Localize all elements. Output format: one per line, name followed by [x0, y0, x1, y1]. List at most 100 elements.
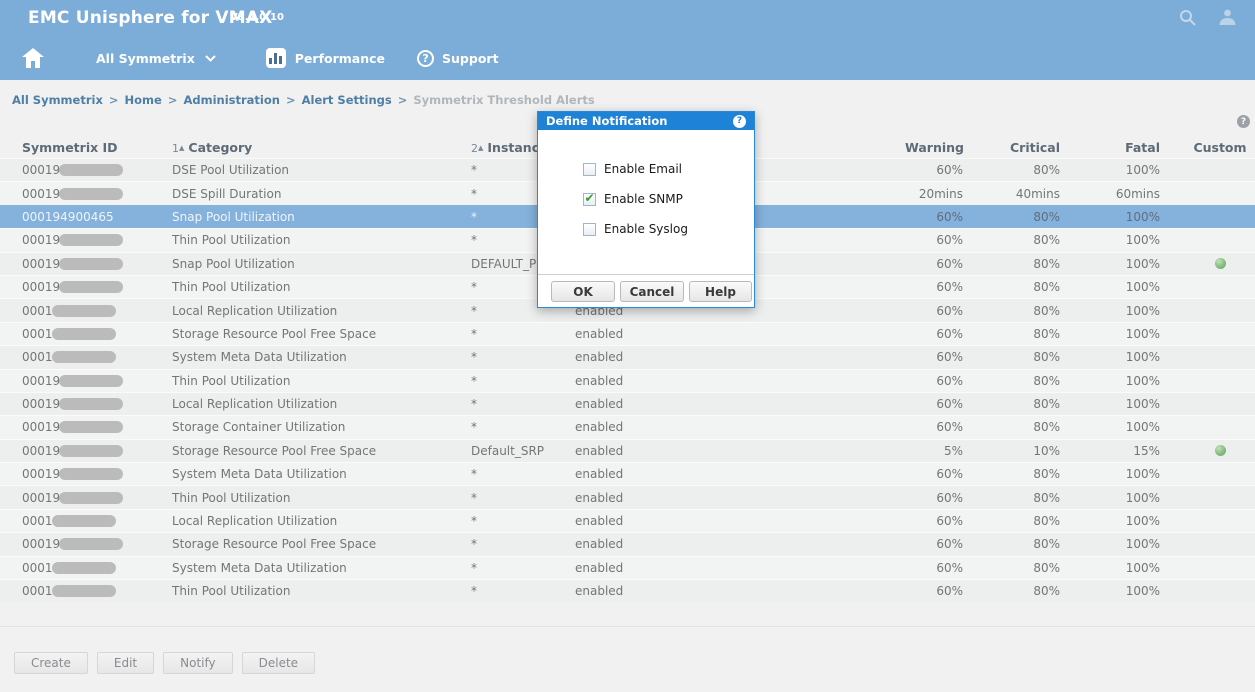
- nav-support[interactable]: ? Support: [417, 50, 499, 67]
- cell-warning: 60%: [905, 467, 963, 481]
- ok-button[interactable]: OK: [551, 281, 615, 302]
- breadcrumb-home[interactable]: Home: [125, 93, 162, 107]
- cell-fatal: 15%: [1060, 444, 1160, 458]
- cell-warning: 60%: [905, 491, 963, 505]
- table-row[interactable]: 00019Storage Container Utilization*enabl…: [0, 415, 1255, 438]
- table-row[interactable]: 00019Thin Pool Utilization*enabled60%80%…: [0, 485, 1255, 508]
- checkbox-enable-snmp[interactable]: ✔ Enable SNMP: [583, 192, 683, 206]
- redaction-blob: [59, 375, 123, 387]
- table-row[interactable]: 0001System Meta Data Utilization*enabled…: [0, 345, 1255, 368]
- cell-custom: [1160, 445, 1250, 456]
- checkbox-enable-syslog[interactable]: ✔ Enable Syslog: [583, 222, 688, 236]
- breadcrumb-separator: >: [392, 93, 414, 107]
- cell-warning: 60%: [905, 514, 963, 528]
- cell-warning: 5%: [905, 444, 963, 458]
- cell-state: enabled: [575, 350, 905, 364]
- checkbox-label: Enable Email: [604, 162, 682, 176]
- breadcrumb-administration[interactable]: Administration: [183, 93, 280, 107]
- home-icon[interactable]: [22, 48, 44, 68]
- cancel-button[interactable]: Cancel: [620, 281, 684, 302]
- table-row[interactable]: 0001Thin Pool Utilization*enabled60%80%1…: [0, 579, 1255, 602]
- dialog-title-bar: Define Notification ?: [538, 112, 754, 130]
- cell-instance: *: [471, 327, 575, 341]
- cell-symmetrix-id: 0001: [22, 327, 172, 341]
- cell-instance: *: [471, 374, 575, 388]
- help-button[interactable]: Help: [689, 281, 752, 302]
- table-row[interactable]: 0001System Meta Data Utilization*enabled…: [0, 556, 1255, 579]
- cell-critical: 80%: [963, 210, 1060, 224]
- create-button[interactable]: Create: [14, 652, 88, 674]
- cell-symmetrix-id: 00019: [22, 467, 172, 481]
- checkbox-label: Enable SNMP: [604, 192, 683, 206]
- breadcrumb-separator: >: [103, 93, 125, 107]
- cell-fatal: 100%: [1060, 327, 1160, 341]
- cell-fatal: 100%: [1060, 491, 1160, 505]
- delete-button[interactable]: Delete: [242, 652, 315, 674]
- cell-symmetrix-id: 00019: [22, 397, 172, 411]
- checkbox-box[interactable]: ✔: [583, 193, 596, 206]
- cell-symmetrix-id: 00019: [22, 420, 172, 434]
- redaction-blob: [52, 515, 116, 527]
- notify-button[interactable]: Notify: [163, 652, 232, 674]
- table-row[interactable]: 00019Storage Resource Pool Free Space*en…: [0, 532, 1255, 555]
- dialog-footer: OK Cancel Help: [538, 274, 754, 307]
- cell-symmetrix-id: 00019: [22, 491, 172, 505]
- table-row[interactable]: 00019Local Replication Utilization*enabl…: [0, 392, 1255, 415]
- edit-button[interactable]: Edit: [97, 652, 154, 674]
- cell-fatal: 100%: [1060, 584, 1160, 598]
- cell-category: Snap Pool Utilization: [172, 257, 471, 271]
- nav-performance[interactable]: Performance: [266, 48, 385, 68]
- app-version: V8.4.0.10: [230, 12, 284, 23]
- redaction-blob: [59, 281, 123, 293]
- header-custom[interactable]: Custom: [1160, 140, 1250, 155]
- cell-symmetrix-id: 00019: [22, 163, 172, 177]
- cell-critical: 80%: [963, 467, 1060, 481]
- cell-critical: 80%: [963, 584, 1060, 598]
- cell-category: System Meta Data Utilization: [172, 561, 471, 575]
- table-row[interactable]: 00019Storage Resource Pool Free SpaceDef…: [0, 439, 1255, 462]
- cell-state: enabled: [575, 561, 905, 575]
- page-help-icon[interactable]: ?: [1237, 115, 1250, 128]
- search-icon[interactable]: [1179, 9, 1196, 26]
- cell-critical: 80%: [963, 491, 1060, 505]
- cell-state: enabled: [575, 420, 905, 434]
- cell-symmetrix-id: 0001: [22, 561, 172, 575]
- cell-category: Storage Resource Pool Free Space: [172, 537, 471, 551]
- cell-category: DSE Pool Utilization: [172, 163, 471, 177]
- table-row[interactable]: 0001Local Replication Utilization*enable…: [0, 509, 1255, 532]
- header-critical[interactable]: Critical: [963, 140, 1060, 155]
- checkbox-label: Enable Syslog: [604, 222, 688, 236]
- redaction-blob: [59, 258, 123, 270]
- checkbox-enable-email[interactable]: ✔ Enable Email: [583, 162, 682, 176]
- cell-state: enabled: [575, 397, 905, 411]
- cell-critical: 80%: [963, 233, 1060, 247]
- cell-category: Thin Pool Utilization: [172, 584, 471, 598]
- cell-critical: 80%: [963, 304, 1060, 318]
- cell-warning: 60%: [905, 233, 963, 247]
- dialog-help-icon[interactable]: ?: [733, 115, 746, 128]
- cell-category: System Meta Data Utilization: [172, 350, 471, 364]
- header-warning[interactable]: Warning: [905, 140, 963, 155]
- header-fatal[interactable]: Fatal: [1060, 140, 1160, 155]
- breadcrumb-alert-settings[interactable]: Alert Settings: [302, 93, 392, 107]
- table-row[interactable]: 0001Storage Resource Pool Free Space*ena…: [0, 322, 1255, 345]
- cell-instance: *: [471, 514, 575, 528]
- cell-category: Local Replication Utilization: [172, 514, 471, 528]
- scope-label: All Symmetrix: [96, 51, 195, 66]
- symmetrix-scope-selector[interactable]: All Symmetrix: [96, 51, 216, 66]
- cell-symmetrix-id: 00019: [22, 187, 172, 201]
- header-symmetrix-id[interactable]: Symmetrix ID: [22, 140, 172, 155]
- cell-state: enabled: [575, 584, 905, 598]
- breadcrumb-all-symmetrix[interactable]: All Symmetrix: [12, 93, 103, 107]
- cell-state: enabled: [575, 374, 905, 388]
- cell-fatal: 100%: [1060, 257, 1160, 271]
- checkbox-box[interactable]: ✔: [583, 223, 596, 236]
- user-icon[interactable]: [1218, 8, 1237, 26]
- cell-fatal: 100%: [1060, 210, 1160, 224]
- header-category[interactable]: 1▲Category: [172, 140, 471, 155]
- cell-warning: 60%: [905, 280, 963, 294]
- table-row[interactable]: 00019System Meta Data Utilization*enable…: [0, 462, 1255, 485]
- cell-critical: 10%: [963, 444, 1060, 458]
- checkbox-box[interactable]: ✔: [583, 163, 596, 176]
- table-row[interactable]: 00019Thin Pool Utilization*enabled60%80%…: [0, 369, 1255, 392]
